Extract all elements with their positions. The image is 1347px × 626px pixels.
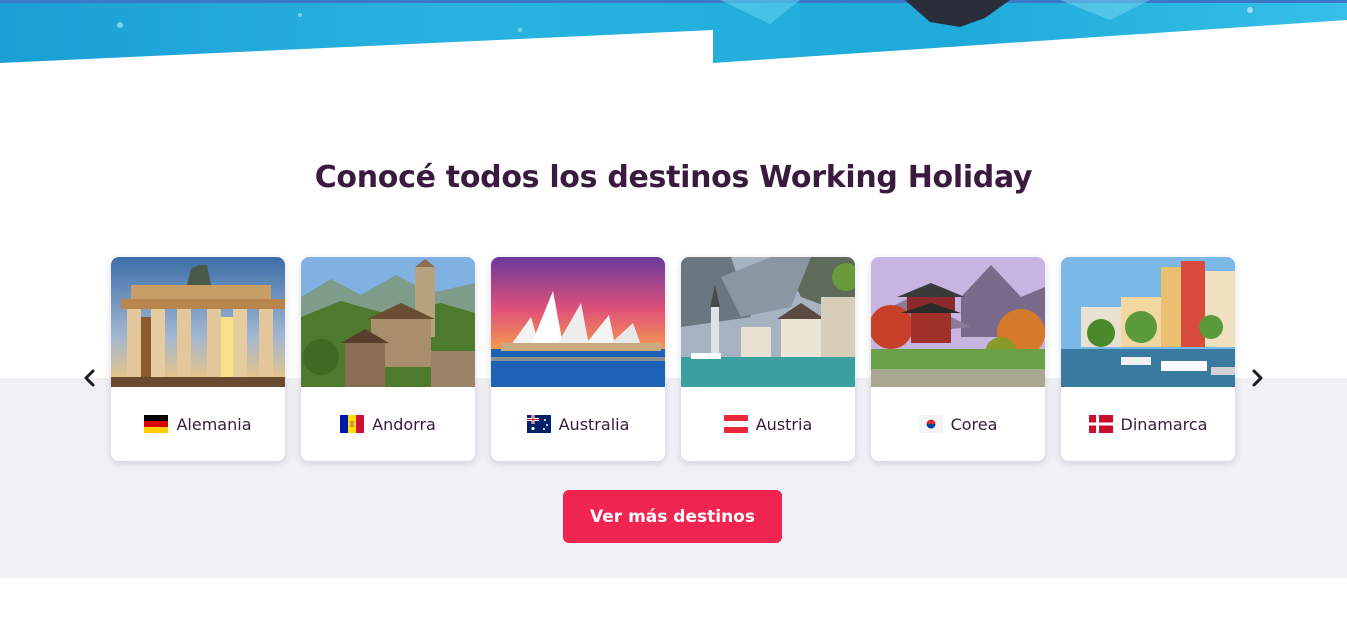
brandenburg-gate-image <box>111 257 285 387</box>
destinations-carousel: Alemania Andorra Australia Austria Corea… <box>111 257 1235 461</box>
destination-card-corea[interactable]: Corea <box>871 257 1045 461</box>
australia-flag-icon <box>526 415 551 433</box>
destination-label: Andorra <box>301 387 475 461</box>
destination-label: Alemania <box>111 387 285 461</box>
carousel-next-button[interactable] <box>1245 366 1269 390</box>
page: Conocé todos los destinos Working Holida… <box>0 0 1347 626</box>
korea-flag-icon <box>918 415 943 433</box>
denmark-flag-icon <box>1088 415 1113 433</box>
destination-name: Australia <box>558 414 630 434</box>
andorra-flag-icon <box>340 415 365 433</box>
destination-name: Austria <box>755 414 813 434</box>
carousel-prev-button[interactable] <box>78 366 102 390</box>
destination-card-australia[interactable]: Australia <box>491 257 665 461</box>
destination-name: Andorra <box>372 414 436 434</box>
destination-card-andorra[interactable]: Andorra <box>301 257 475 461</box>
section-title: Conocé todos los destinos Working Holida… <box>314 160 1033 195</box>
destination-card-austria[interactable]: Austria <box>681 257 855 461</box>
destination-card-alemania[interactable]: Alemania <box>111 257 285 461</box>
hallstatt-lake-village-image <box>681 257 855 387</box>
germany-flag-icon <box>144 415 169 433</box>
chevron-left-icon <box>84 369 95 387</box>
hero-banner-image <box>0 0 1347 70</box>
see-more-destinations-button[interactable]: Ver más destinos <box>563 490 782 543</box>
destination-label: Corea <box>871 387 1045 461</box>
destination-name: Corea <box>950 414 998 434</box>
destination-name: Dinamarca <box>1120 414 1208 434</box>
austria-flag-icon <box>723 415 748 433</box>
korean-pavilion-image <box>871 257 1045 387</box>
mountain-village-church-image <box>301 257 475 387</box>
destination-name: Alemania <box>176 414 252 434</box>
sydney-opera-house-image <box>491 257 665 387</box>
destination-label: Dinamarca <box>1061 387 1235 461</box>
destination-label: Australia <box>491 387 665 461</box>
destination-card-dinamarca[interactable]: Dinamarca <box>1061 257 1235 461</box>
chevron-right-icon <box>1252 369 1263 387</box>
destination-label: Austria <box>681 387 855 461</box>
copenhagen-nyhavn-image <box>1061 257 1235 387</box>
